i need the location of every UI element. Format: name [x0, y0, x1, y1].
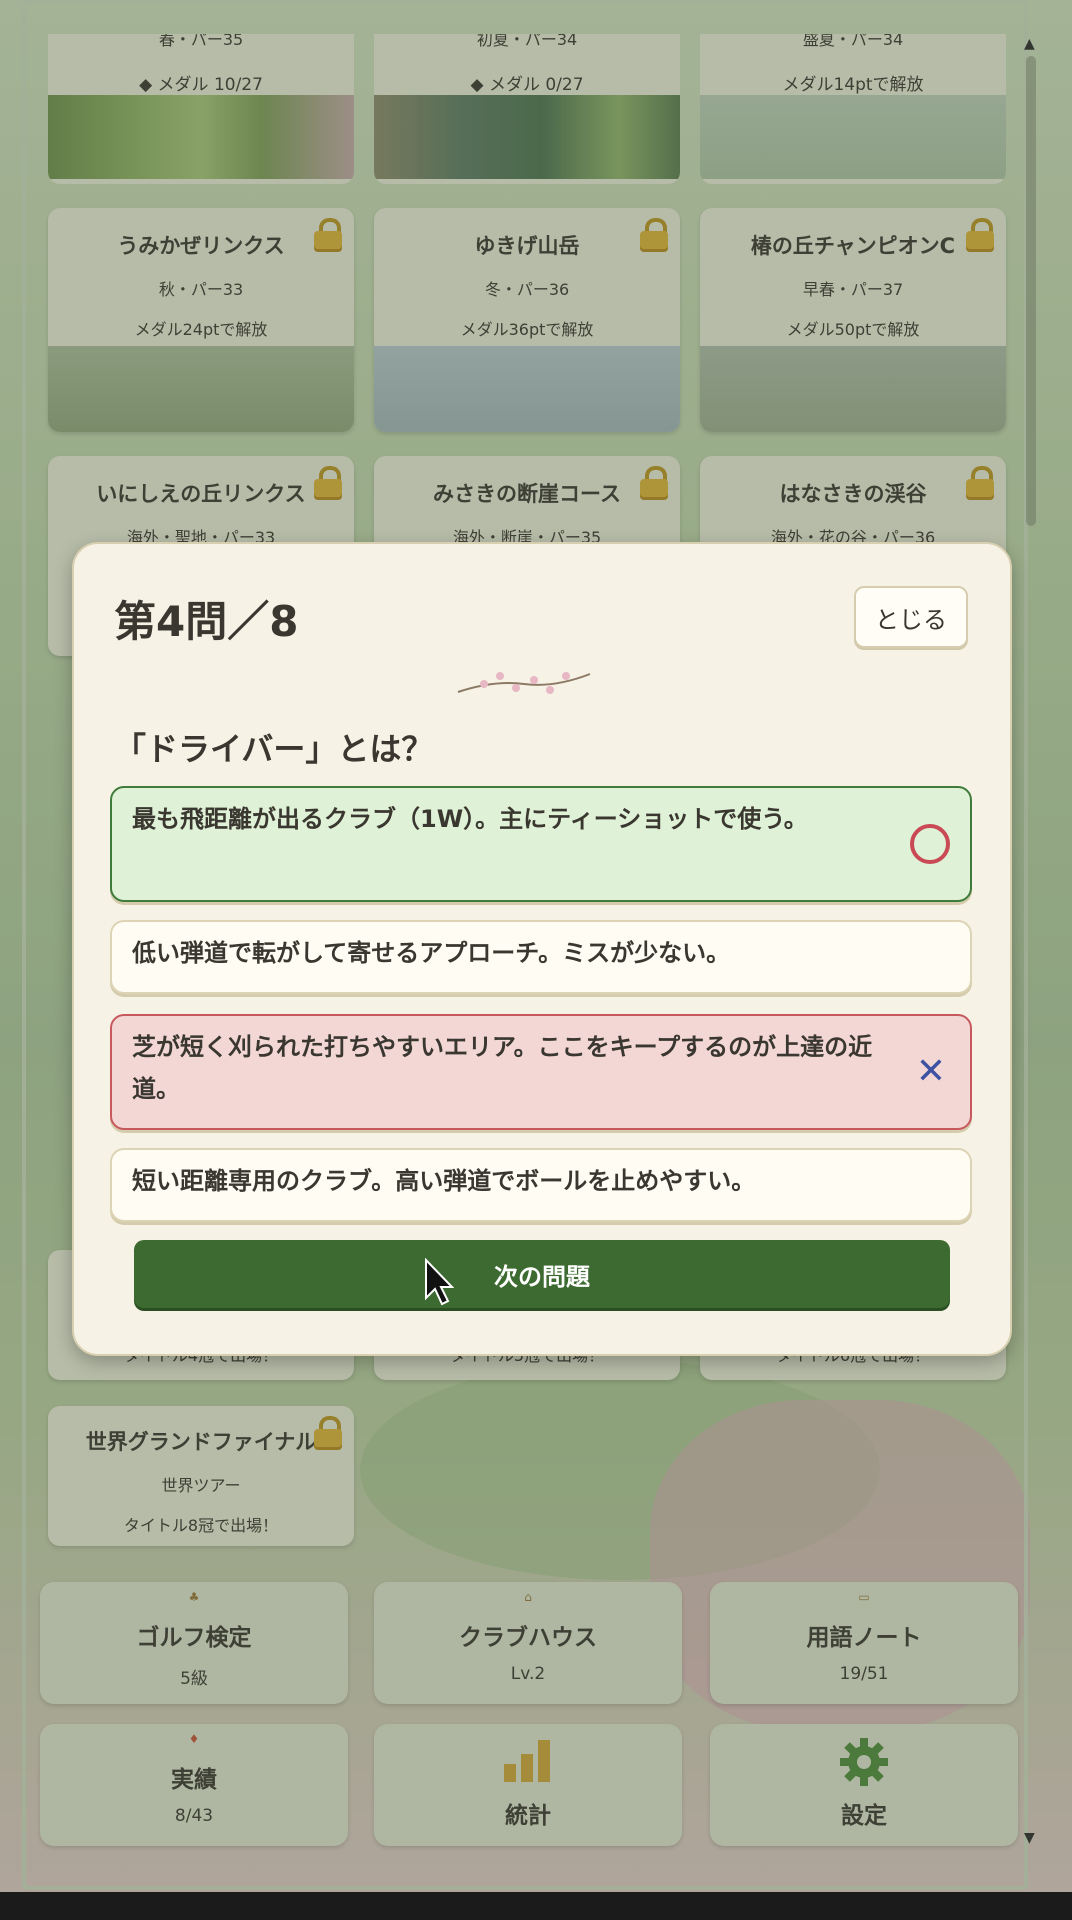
sakura-branch-icon — [457, 672, 591, 694]
game-screen: 春・パー35 ◆ メダル 10/27 初夏・パー34 ◆ メダル 0/27 盛夏… — [0, 0, 1072, 1892]
close-button[interactable]: とじる — [854, 586, 968, 648]
answer-text: 短い距離専用のクラブ。高い弾道でボールを止めやすい。 — [132, 1167, 756, 1195]
answer-option-1[interactable]: 最も飛距離が出るクラブ（1W）。主にティーショットで使う。 — [110, 786, 972, 902]
quiz-question: 「ドライバー」とは？ — [114, 730, 434, 768]
answer-option-3[interactable]: 芝が短く刈られた打ちやすいエリア。ここをキープするのが上達の近道。 ✕ — [110, 1014, 972, 1130]
quiz-title: 第4問／8 — [114, 597, 299, 646]
answer-option-4[interactable]: 短い距離専用のクラブ。高い弾道でボールを止めやすい。 — [110, 1148, 972, 1222]
answer-option-2[interactable]: 低い弾道で転がして寄せるアプローチ。ミスが少ない。 — [110, 920, 972, 994]
answer-text: 最も飛距離が出るクラブ（1W）。主にティーショットで使う。 — [132, 805, 808, 833]
correct-circle-icon — [910, 824, 950, 864]
next-question-button[interactable]: 次の問題 — [134, 1240, 950, 1308]
wrong-cross-icon: ✕ — [915, 1051, 946, 1092]
answer-text: 低い弾道で転がして寄せるアプローチ。ミスが少ない。 — [132, 939, 731, 967]
quiz-modal: 第4問／8 とじる 「ドライバー」とは？ 最も飛距離が出るクラブ（1W）。主にテ… — [72, 542, 1012, 1356]
mouse-cursor-icon — [425, 1258, 454, 1306]
answer-text: 芝が短く刈られた打ちやすいエリア。ここをキープするのが上達の近道。 — [132, 1033, 873, 1103]
